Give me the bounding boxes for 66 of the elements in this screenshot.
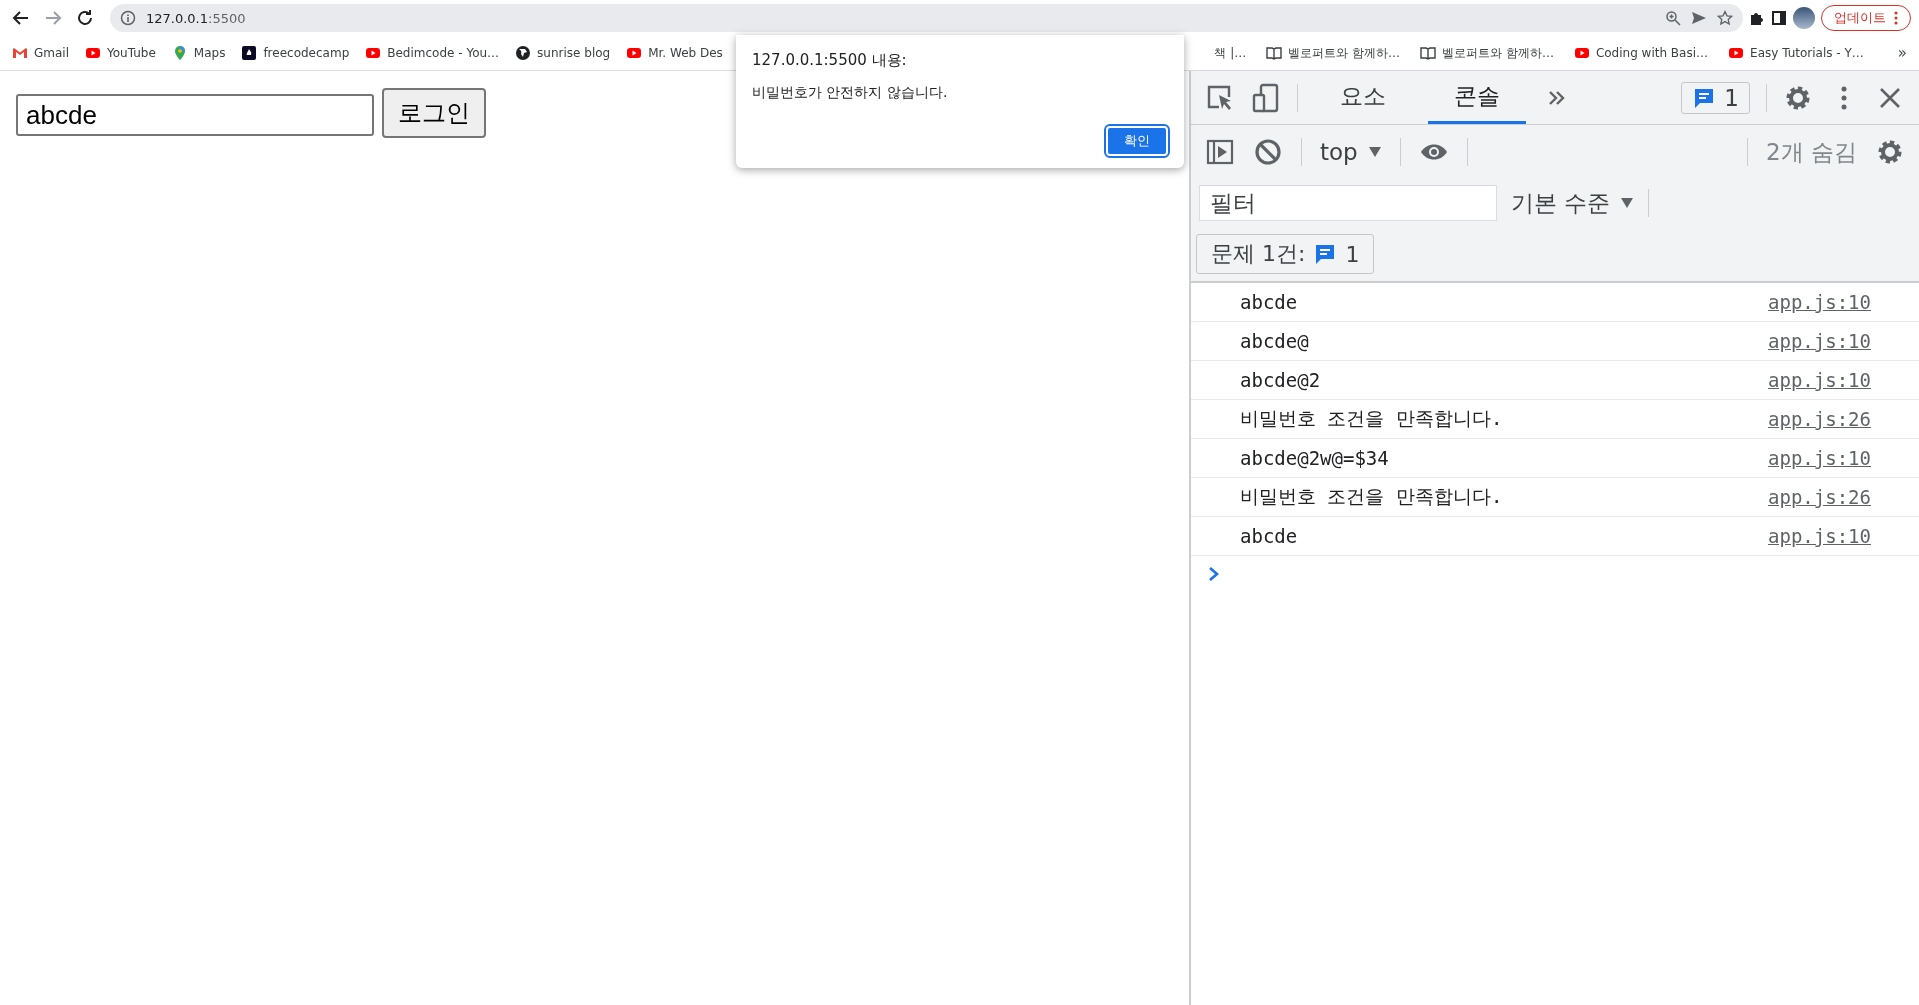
bookmark[interactable]: Easy Tutorials - Y…	[1728, 45, 1864, 61]
console-message: abcde	[1240, 525, 1299, 547]
send-icon[interactable]	[1691, 10, 1707, 26]
issues-button[interactable]: 1	[1681, 81, 1750, 114]
console-message: abcde@2w@=$34	[1240, 447, 1390, 469]
source-link[interactable]: app.js:10	[1768, 525, 1871, 547]
prompt-icon[interactable]	[1207, 566, 1221, 582]
source-link[interactable]: app.js:26	[1768, 408, 1871, 430]
sidebar-toggle-icon[interactable]	[1205, 137, 1235, 167]
console-message: abcde@	[1240, 330, 1310, 352]
more-bookmarks[interactable]: »	[1897, 44, 1907, 62]
console-message: 비밀번호 조건을 만족합니다.	[1240, 406, 1504, 431]
bookmark[interactable]: 벨로퍼트와 함께하…	[1266, 44, 1401, 62]
play-icon	[1728, 45, 1745, 61]
source-link[interactable]: app.js:10	[1768, 291, 1871, 313]
dialog-message: 비밀번호가 안전하지 않습니다.	[752, 84, 949, 102]
bookmark[interactable]: 책 |…	[1214, 44, 1247, 62]
url-text: 127.0.0.1:5500	[146, 10, 247, 26]
bookmark[interactable]: Bedimcode - You…	[365, 45, 500, 61]
play-icon	[1573, 45, 1590, 61]
source-link[interactable]: app.js:10	[1768, 447, 1871, 469]
play-icon	[365, 45, 382, 61]
bookmark[interactable]: sunrise blog	[515, 45, 611, 61]
flame-icon	[241, 45, 258, 61]
puzzle-icon[interactable]	[1749, 10, 1765, 26]
address-bar[interactable]: 127.0.0.1:5500	[110, 4, 1743, 32]
source-link[interactable]: app.js:10	[1768, 330, 1871, 352]
context-select[interactable]: top	[1320, 139, 1382, 165]
bookmark[interactable]: freecodecamp	[241, 45, 350, 61]
info-icon[interactable]	[120, 10, 136, 26]
avatar[interactable]	[1793, 7, 1815, 29]
ok-button[interactable]: 확인	[1106, 126, 1168, 156]
filter-field[interactable]: 필터	[1199, 185, 1497, 221]
star-icon[interactable]	[1717, 10, 1733, 26]
bookmark[interactable]: Gmail	[12, 45, 69, 61]
book-icon	[1420, 45, 1437, 61]
login-button[interactable]: 로그인	[382, 88, 486, 138]
mail-icon	[12, 45, 28, 61]
console-message: 비밀번호 조건을 만족합니다.	[1240, 484, 1504, 509]
more-icon	[1894, 11, 1898, 25]
device-icon[interactable]	[1251, 82, 1281, 113]
devtools-tab[interactable]: 요소	[1314, 71, 1412, 124]
console-message: abcde	[1240, 291, 1299, 313]
source-link[interactable]: app.js:10	[1768, 369, 1871, 391]
bookmark[interactable]: Coding with Basi…	[1573, 45, 1709, 61]
issues-button[interactable]: 문제 1건: 1	[1196, 234, 1375, 274]
hidden-count: 2개 숨김	[1766, 137, 1857, 167]
update-button[interactable]: 업데이트	[1821, 5, 1911, 31]
side-panel-icon[interactable]	[1771, 10, 1787, 26]
source-link[interactable]: app.js:26	[1768, 486, 1871, 508]
book-icon	[1266, 45, 1283, 61]
bookmark[interactable]: 벨로퍼트와 함께하…	[1420, 44, 1554, 62]
console-message: abcde@2	[1240, 369, 1322, 391]
globe-icon	[515, 45, 532, 61]
play-icon	[626, 45, 643, 61]
bookmark[interactable]: Maps	[171, 45, 226, 61]
dropdown-icon	[1367, 146, 1382, 158]
text-field[interactable]: abcde	[16, 94, 374, 136]
zoom-icon[interactable]	[1665, 10, 1681, 26]
level-select[interactable]: 기본 수준	[1511, 187, 1635, 219]
clear-icon[interactable]	[1253, 137, 1283, 167]
dialog-title: 127.0.0.1:5500 내용:	[752, 51, 908, 70]
dropdown-icon	[1620, 197, 1635, 209]
bookmark[interactable]: Mr. Web Des	[626, 45, 723, 61]
play-icon	[85, 45, 101, 61]
bookmark[interactable]: YouTube	[85, 45, 156, 61]
